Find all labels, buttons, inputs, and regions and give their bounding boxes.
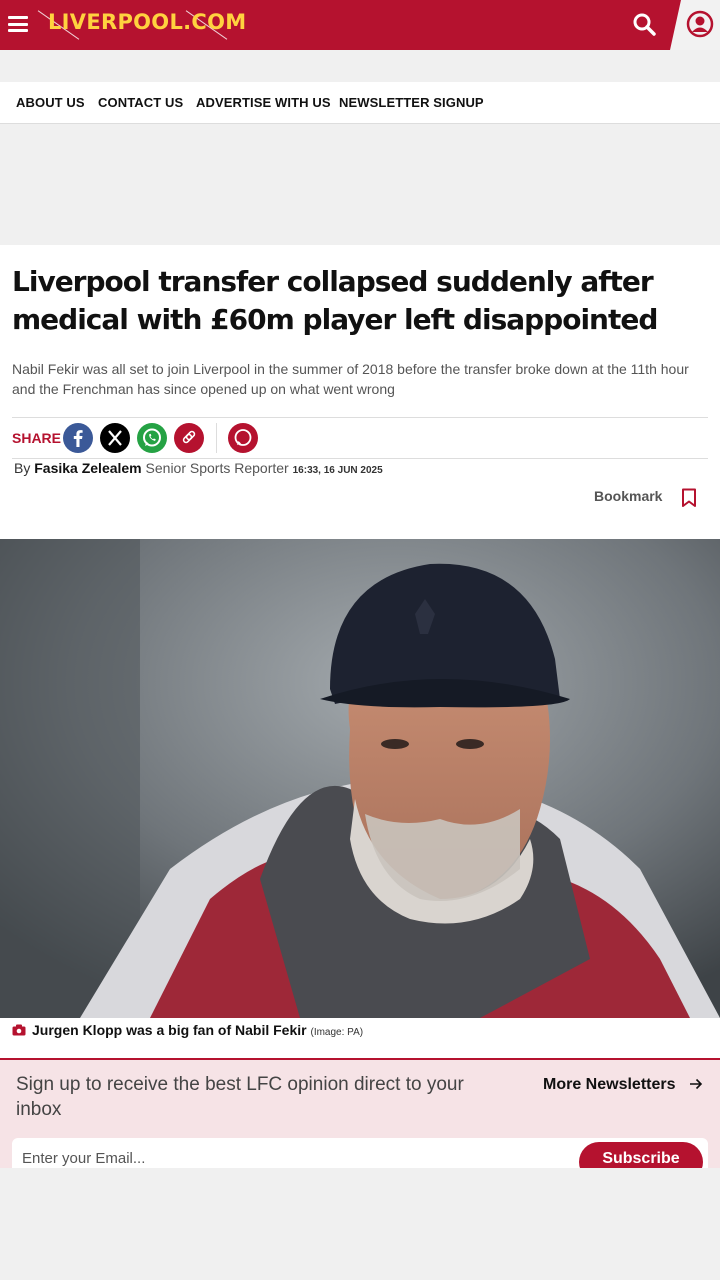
author-role: Senior Sports Reporter xyxy=(145,460,289,476)
arrow-right-icon[interactable] xyxy=(688,1076,704,1092)
hero-illustration xyxy=(0,539,720,1018)
site-logo[interactable]: LIVERPOOL.COM xyxy=(48,10,246,34)
search-icon[interactable] xyxy=(632,12,658,38)
newsletter-form: Subscribe xyxy=(12,1138,708,1170)
more-newsletters-link[interactable]: More Newsletters xyxy=(543,1076,676,1094)
subscribe-button[interactable]: Subscribe xyxy=(579,1142,703,1170)
hamburger-icon[interactable] xyxy=(8,16,28,32)
nav-about-us[interactable]: ABOUT US xyxy=(16,95,85,110)
image-credit: (Image: PA) xyxy=(310,1027,364,1038)
account-area xyxy=(670,0,720,50)
copy-link-icon[interactable] xyxy=(174,423,204,453)
byline: By Fasika Zelealem Senior Sports Reporte… xyxy=(14,460,383,476)
newsletter-text: Sign up to receive the best LFC opinion … xyxy=(16,1074,464,1120)
share-bar: SHARE xyxy=(12,417,708,459)
bookmark-icon[interactable] xyxy=(680,488,698,508)
share-label: SHARE xyxy=(12,430,62,446)
facebook-icon[interactable] xyxy=(63,423,93,453)
comments-icon[interactable] xyxy=(228,423,258,453)
article-standfirst: Nabil Fekir was all set to join Liverpoo… xyxy=(12,361,689,397)
author-name[interactable]: Fasika Zelealem xyxy=(34,460,141,476)
image-caption: Jurgen Klopp was a big fan of Nabil Feki… xyxy=(0,1018,720,1058)
x-icon[interactable] xyxy=(100,423,130,453)
camera-icon xyxy=(12,1023,26,1036)
ad-slot xyxy=(0,124,720,245)
nav-contact-us[interactable]: CONTACT US xyxy=(98,95,183,110)
user-account-icon[interactable] xyxy=(686,10,714,38)
spacer-strip xyxy=(0,50,720,82)
share-divider xyxy=(216,423,217,453)
article-hero-image xyxy=(0,539,720,1018)
caption-body: Jurgen Klopp was a big fan of Nabil Feki… xyxy=(32,1022,307,1038)
caption-text: Jurgen Klopp was a big fan of Nabil Feki… xyxy=(32,1022,363,1038)
byline-prefix: By xyxy=(14,460,31,476)
email-input[interactable] xyxy=(22,1150,522,1167)
nav-newsletter-signup[interactable]: NEWSLETTER SIGNUP xyxy=(339,95,484,110)
nav-advertise[interactable]: ADVERTISE WITH US xyxy=(196,95,331,110)
bookmark-button[interactable]: Bookmark xyxy=(594,488,662,504)
page-bottom xyxy=(0,1168,720,1280)
secondary-nav: ABOUT US CONTACT US ADVERTISE WITH US NE… xyxy=(0,82,720,124)
publish-timestamp: 16:33, 16 JUN 2025 xyxy=(292,465,383,476)
newsletter-signup: Sign up to receive the best LFC opinion … xyxy=(0,1058,720,1170)
whatsapp-icon[interactable] xyxy=(137,423,167,453)
article-header: Liverpool transfer collapsed suddenly af… xyxy=(0,245,720,539)
article-headline: Liverpool transfer collapsed suddenly af… xyxy=(12,265,658,336)
site-header: LIVERPOOL.COM xyxy=(0,0,720,50)
